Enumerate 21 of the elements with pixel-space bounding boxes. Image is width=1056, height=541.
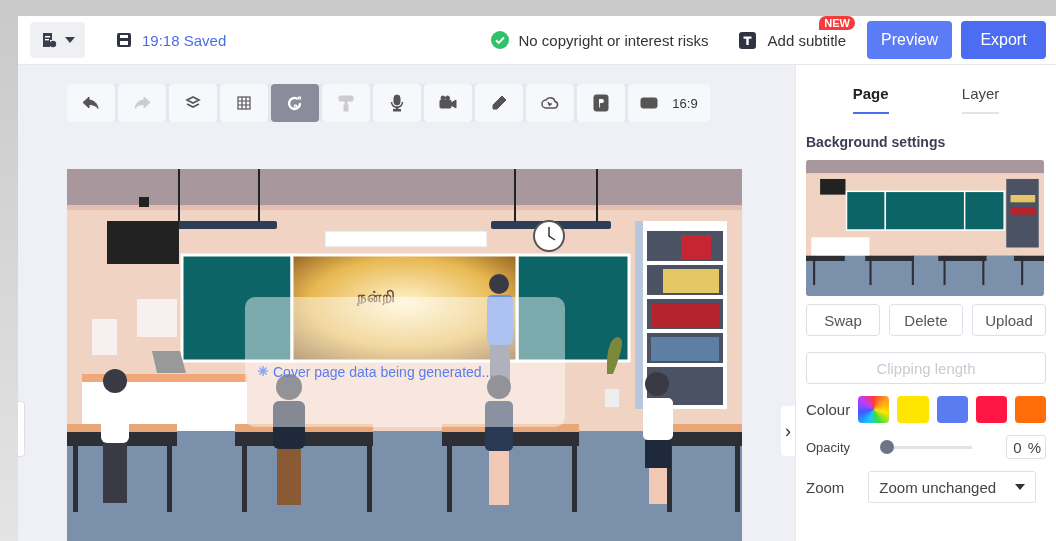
panel-tab[interactable]: Layer [961, 73, 1000, 114]
panel-toggle[interactable]: › [781, 406, 795, 456]
panel-tab[interactable]: Page [852, 73, 889, 114]
copyright-status: No copyright or interest risks [518, 31, 709, 49]
background-action-button[interactable]: Upload [972, 304, 1046, 336]
zoom-dropdown[interactable]: Zoom unchanged [868, 471, 1037, 503]
section-title: Background settings [806, 134, 947, 150]
toolbar-button[interactable]: 16:9 [628, 84, 710, 122]
opacity-field[interactable]: 0 % [1006, 435, 1046, 459]
slide-title: நன்றி [357, 288, 395, 306]
colour-label: Colour [806, 401, 851, 418]
zoom-label: Zoom [806, 478, 845, 496]
new-badge: NEW [819, 16, 855, 30]
opacity-label: Opacity [806, 439, 852, 455]
preview-button[interactable]: Preview [867, 21, 952, 59]
background-action-button[interactable]: Swap [806, 304, 880, 336]
loading-message: Cover page data being generated... [273, 364, 494, 380]
add-subtitle-button[interactable]: Add subtitle [738, 31, 846, 49]
export-button[interactable]: Export [961, 21, 1046, 59]
save-status: 19:18 Saved [142, 31, 227, 49]
background-action-button[interactable]: Delete [889, 304, 963, 336]
